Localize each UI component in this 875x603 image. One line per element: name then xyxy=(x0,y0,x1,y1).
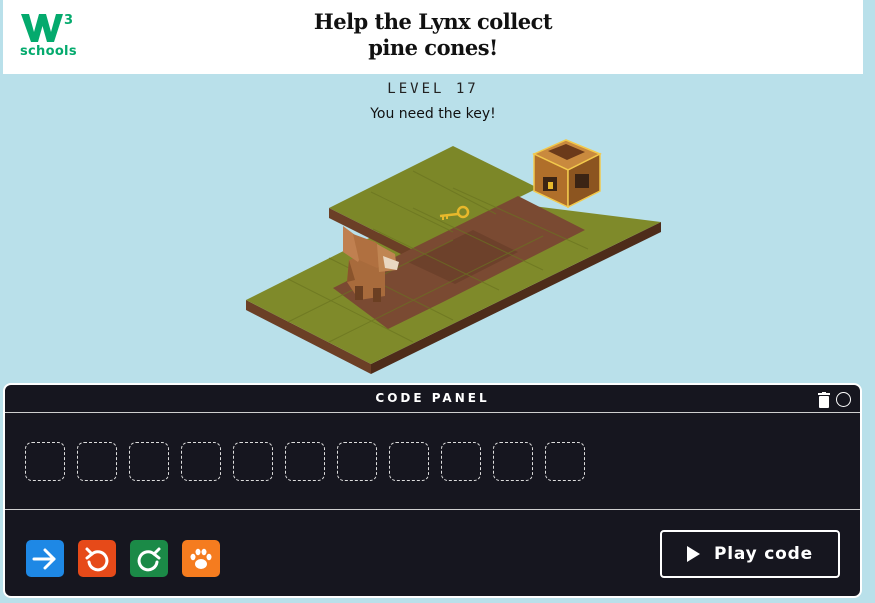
divider xyxy=(5,509,860,510)
code-slot[interactable] xyxy=(181,442,221,481)
toggle-circle-button[interactable] xyxy=(836,392,851,407)
code-slot[interactable] xyxy=(493,442,533,481)
paw-icon xyxy=(190,548,212,569)
code-slot[interactable] xyxy=(25,442,65,481)
code-slot[interactable] xyxy=(233,442,273,481)
command-buttons xyxy=(26,540,220,577)
move-forward-button[interactable] xyxy=(26,540,64,577)
code-slot[interactable] xyxy=(285,442,325,481)
code-panel: CODE PANEL Play code xyxy=(3,383,862,598)
play-icon xyxy=(687,546,701,562)
code-panel-title: CODE PANEL xyxy=(375,391,490,405)
turn-left-button[interactable] xyxy=(78,540,116,577)
code-slot[interactable] xyxy=(389,442,429,481)
treasure-chest xyxy=(532,139,602,209)
level-label: LEVEL 17 xyxy=(387,81,479,97)
code-slot[interactable] xyxy=(337,442,377,481)
page-title: Help the Lynx collect pine cones! xyxy=(313,9,553,60)
rotate-right-icon xyxy=(137,547,161,571)
code-slot[interactable] xyxy=(77,442,117,481)
arrow-right-icon xyxy=(32,548,56,569)
code-slot[interactable] xyxy=(545,442,585,481)
rotate-left-icon xyxy=(85,547,109,571)
paw-action-button[interactable] xyxy=(182,540,220,577)
turn-right-button[interactable] xyxy=(130,540,168,577)
divider xyxy=(5,412,860,413)
code-slots xyxy=(25,442,585,481)
code-slot[interactable] xyxy=(441,442,481,481)
play-code-button[interactable]: Play code xyxy=(660,530,840,578)
trash-icon[interactable] xyxy=(818,392,830,408)
game-area: LEVEL 17 You need the key! xyxy=(3,74,863,384)
code-slot[interactable] xyxy=(129,442,169,481)
status-message: You need the key! xyxy=(370,106,496,122)
play-code-label: Play code xyxy=(714,544,813,564)
header: 3 schools Help the Lynx collect pine con… xyxy=(3,0,863,74)
